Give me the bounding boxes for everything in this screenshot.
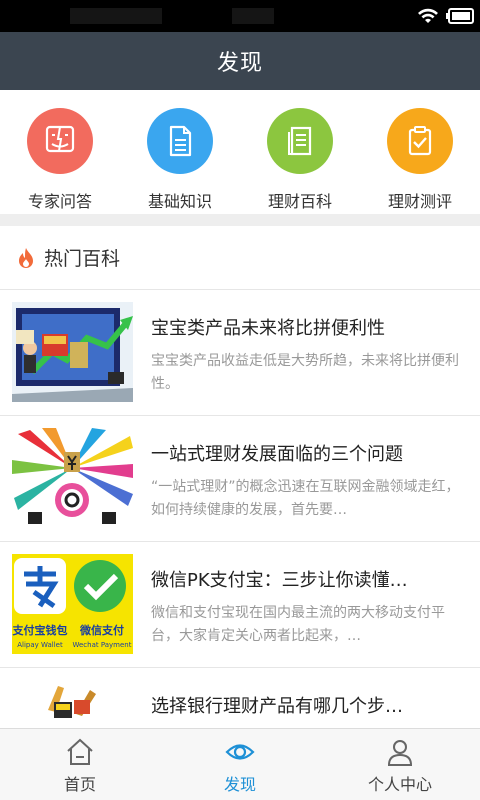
eye-icon [225,744,255,760]
article-item[interactable]: 支付宝钱包 Alipay Wallet 微信支付 Wechat Payment … [0,542,480,668]
wechat-en-label: Wechat Payment [72,641,131,649]
section-title: 热门百科 [44,248,121,270]
tab-home[interactable]: 首页 [0,729,160,800]
article-desc: “一站式理财”的概念迅速在互联网金融领域走红，如何持续健康的发展，首先要… [151,479,460,518]
page-title: 发现 [216,51,263,76]
section-divider [0,214,480,226]
section-header: 热门百科 [0,226,480,290]
status-bar [0,0,480,32]
battery-icon [446,8,474,24]
quick-finance-wiki[interactable]: 理财百科 [240,90,360,214]
article-text: 宝宝类产品未来将比拼便利性 宝宝类产品收益走低是大势所趋，未来将比拼便利性。 [151,302,466,415]
tab-label: 个人中心 [367,775,432,794]
clipboard-check-icon [408,126,432,156]
article-list: 宝宝类产品未来将比拼便利性 宝宝类产品收益走低是大势所趋，未来将比拼便利性。 一… [0,290,480,728]
article-title: 微信PK支付宝：三步让你读懂… [151,570,408,591]
alipay-label: 支付宝钱包 [12,623,68,637]
tab-label: 首页 [63,775,96,794]
article-title: 一站式理财发展面临的三个问题 [151,444,403,465]
quick-label: 专家问答 [27,192,92,211]
wechat-label: 微信支付 [79,623,124,637]
article-text: 选择银行理财产品有哪几个步… [151,680,466,728]
quick-finance-assessment[interactable]: 理财测评 [360,90,480,214]
quick-label: 理财测评 [387,192,452,211]
quick-circle [387,108,453,174]
quick-basic-knowledge[interactable]: 基础知识 [120,90,240,214]
status-bar-blurred-text [70,8,162,24]
list-doc-icon [288,126,312,156]
quick-circle [267,108,333,174]
quick-label: 理财百科 [267,192,332,211]
tab-profile[interactable]: 个人中心 [320,729,480,800]
quick-circle [147,108,213,174]
article-item[interactable]: 宝宝类产品未来将比拼便利性 宝宝类产品收益走低是大势所趋，未来将比拼便利性。 [0,290,480,416]
expert-chat-icon [45,125,75,153]
article-thumbnail [12,428,133,528]
article-thumbnail: 支付宝钱包 Alipay Wallet 微信支付 Wechat Payment [12,554,133,654]
article-desc: 宝宝类产品收益走低是大势所趋，未来将比拼便利性。 [151,353,459,392]
quick-label: 基础知识 [147,192,212,211]
tab-label: 发现 [223,775,256,794]
quick-circle [27,108,93,174]
document-icon [169,125,192,157]
article-desc: 微信和支付宝现在国内最主流的两大移动支付平台，大家肯定关心两者比起来，… [151,605,445,644]
user-icon [387,740,413,766]
home-icon [67,738,93,765]
title-bar: 发现 [0,32,480,90]
status-bar-blurred-text [232,8,274,24]
article-thumbnail [12,302,133,402]
article-item[interactable]: 一站式理财发展面临的三个问题 “一站式理财”的概念迅速在互联网金融领域走红，如何… [0,416,480,542]
article-thumbnail [12,680,133,728]
article-title: 宝宝类产品未来将比拼便利性 [151,318,385,339]
wifi-icon [418,8,438,23]
quick-expert-qa[interactable]: 专家问答 [0,90,120,214]
article-text: 一站式理财发展面临的三个问题 “一站式理财”的概念迅速在互联网金融领域走红，如何… [151,428,466,541]
quick-actions: 专家问答 基础知识 理财百科 理财测评 [0,90,480,214]
article-text: 微信PK支付宝：三步让你读懂… 微信和支付宝现在国内最主流的两大移动支付平台，大… [151,554,466,667]
article-title: 选择银行理财产品有哪几个步… [151,696,403,717]
tab-discover[interactable]: 发现 [160,729,320,800]
bottom-tab-bar: 首页 发现 个人中心 [0,728,480,800]
article-item[interactable]: 选择银行理财产品有哪几个步… [0,668,480,728]
flame-icon [19,247,33,268]
alipay-en-label: Alipay Wallet [17,641,63,649]
